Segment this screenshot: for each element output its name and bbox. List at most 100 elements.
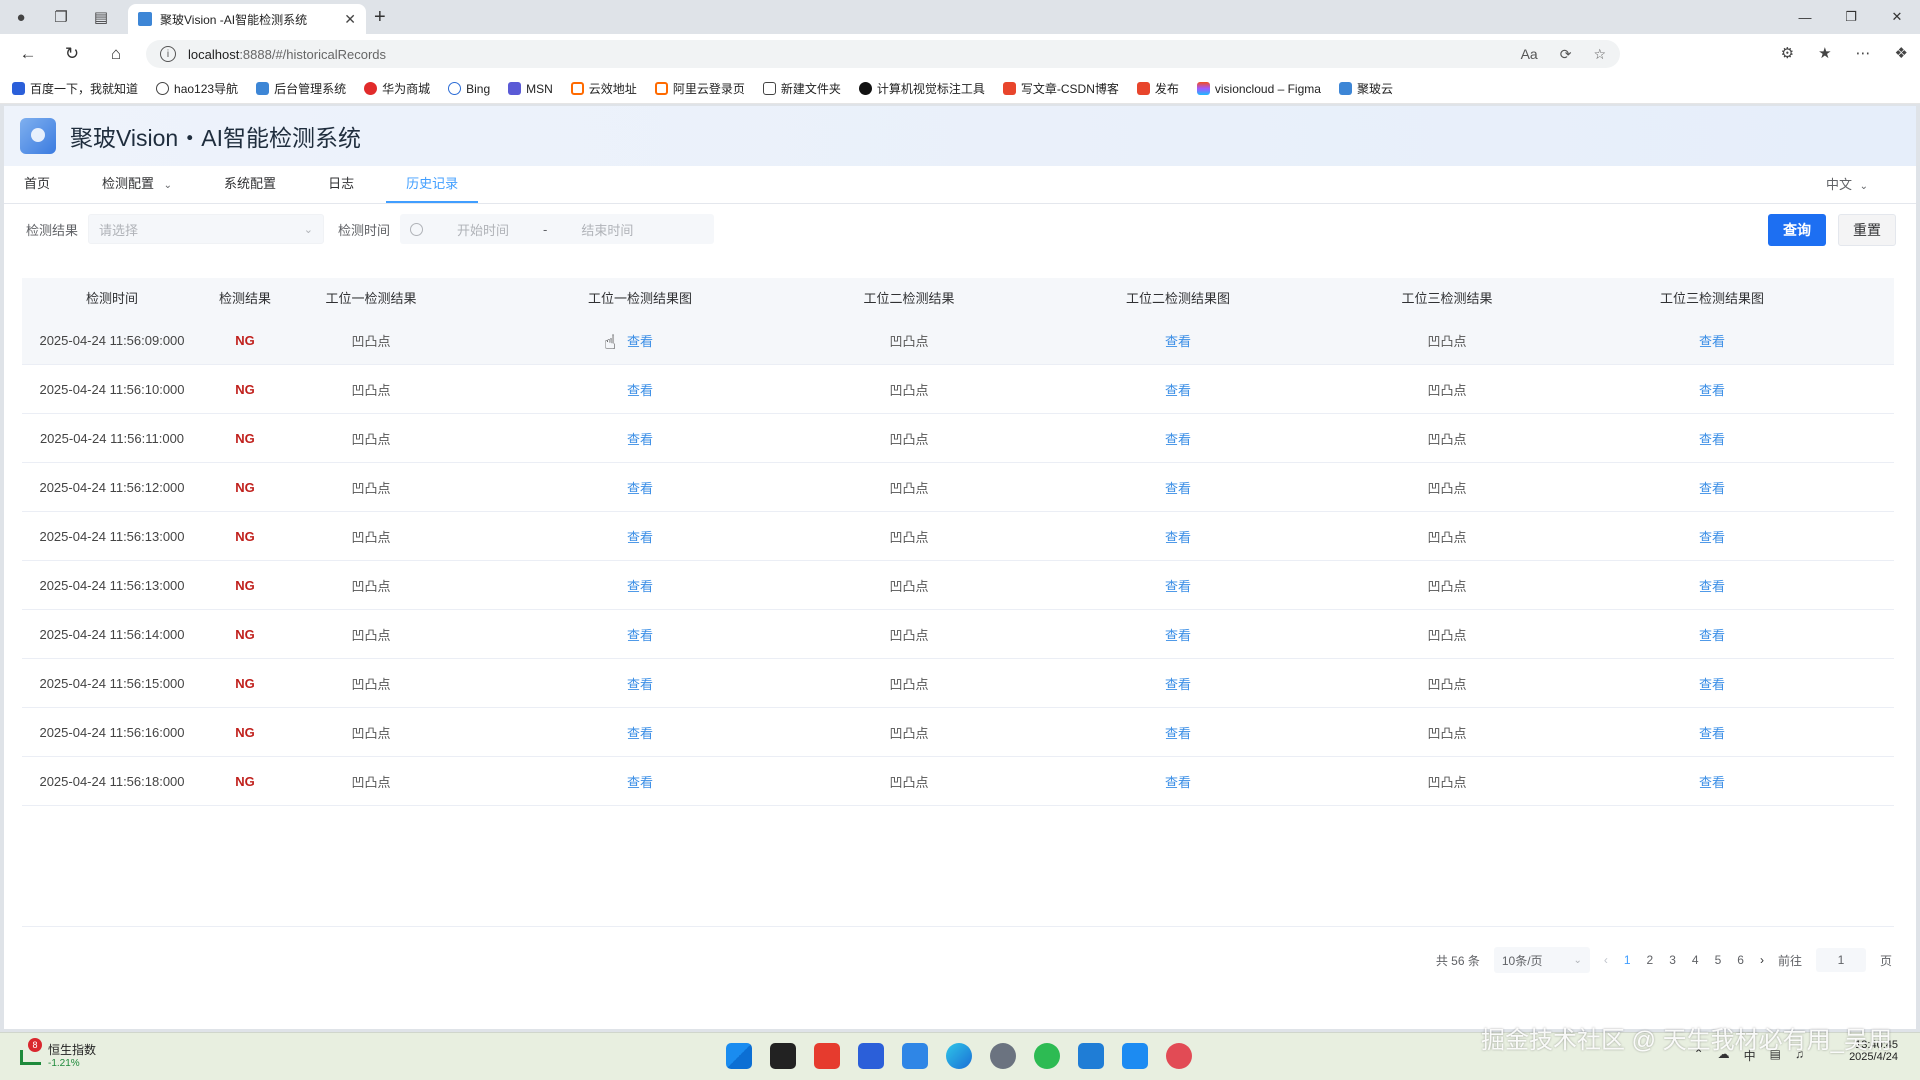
close-window-icon[interactable]: ✕ (1874, 0, 1920, 34)
refresh-icon[interactable]: ↻ (60, 42, 84, 66)
app-icon[interactable] (1166, 1043, 1192, 1069)
station1-view-link[interactable]: 查看 (454, 772, 826, 791)
prev-page-icon[interactable]: ‹ (1604, 953, 1608, 967)
page-number[interactable]: 5 (1715, 953, 1722, 967)
bookmark-item[interactable]: 华为商城 (364, 80, 430, 97)
profile-icon[interactable]: ● (10, 6, 32, 28)
menu-item-system-config[interactable]: 系统配置 (224, 165, 298, 203)
station1-view-link[interactable]: 查看 (454, 331, 826, 350)
bookmark-item[interactable]: visioncloud – Figma (1196, 82, 1321, 96)
station1-view-link[interactable]: 查看 (454, 527, 826, 546)
station3-view-link[interactable]: 查看 (1530, 576, 1894, 595)
favorites-icon[interactable]: ★ (1818, 44, 1831, 62)
bookmark-item[interactable]: 写文章-CSDN博客 (1002, 80, 1119, 97)
wps-icon[interactable] (814, 1043, 840, 1069)
back-icon[interactable]: ← (16, 42, 40, 66)
edge-icon[interactable] (946, 1043, 972, 1069)
language-switch[interactable]: 中文 ⌄ (1826, 166, 1868, 204)
feishu-icon[interactable] (902, 1043, 928, 1069)
station1-view-link[interactable]: 查看 (454, 576, 826, 595)
menu-item-history[interactable]: 历史记录 (386, 165, 479, 203)
store-icon[interactable] (858, 1043, 884, 1069)
station2-view-link[interactable]: 查看 (992, 674, 1364, 693)
station3-view-link[interactable]: 查看 (1530, 527, 1894, 546)
task-view-icon[interactable] (770, 1043, 796, 1069)
bookmark-item[interactable]: MSN (508, 82, 553, 96)
page-number[interactable]: 2 (1647, 953, 1654, 967)
dingtalk-icon[interactable] (1122, 1043, 1148, 1069)
station3-view-link[interactable]: 查看 (1530, 331, 1894, 350)
station3-view-link[interactable]: 查看 (1530, 772, 1894, 791)
home-icon[interactable]: ⌂ (104, 42, 128, 66)
goto-page-input[interactable]: 1 (1815, 948, 1866, 972)
bookmark-item[interactable]: 聚玻云 (1338, 80, 1393, 97)
page-size-select[interactable]: 10条/页 ⌄ (1493, 947, 1590, 973)
station2-view-link[interactable]: 查看 (992, 331, 1364, 350)
url-field[interactable]: i localhost:8888/#/historicalRecords A​a… (146, 40, 1620, 68)
result-select[interactable]: 请选择 ⌄ (88, 214, 325, 244)
workspaces-icon[interactable]: ❐ (50, 6, 72, 28)
new-tab-icon[interactable]: + (374, 6, 386, 29)
wechat-icon[interactable] (1034, 1043, 1060, 1069)
copilot-icon[interactable]: ❖ (1895, 44, 1908, 62)
extensions-icon[interactable]: ⚙ (1781, 44, 1794, 62)
minimize-icon[interactable]: — (1782, 0, 1828, 34)
station2-view-link[interactable]: 查看 (992, 380, 1364, 399)
station1-view-link[interactable]: 查看 (454, 723, 826, 742)
stock-widget[interactable]: 8 恒生指数 -1.21% (18, 1038, 96, 1069)
favorite-star-icon[interactable]: ☆ (1593, 46, 1606, 63)
menu-item-log[interactable]: 日志 (328, 165, 376, 203)
sync-icon[interactable]: ⟳ (1560, 46, 1572, 63)
end-time-input[interactable]: 结束时间 (557, 220, 657, 239)
menu-item-home[interactable]: 首页 (24, 165, 72, 203)
bookmark-item[interactable]: hao123导航 (156, 80, 238, 97)
more-menu-icon[interactable]: ⋯ (1856, 44, 1871, 62)
bookmark-item[interactable]: 云效地址 (570, 80, 637, 97)
page-number[interactable]: 4 (1692, 953, 1699, 967)
station3-view-link[interactable]: 查看 (1530, 478, 1894, 497)
menu-item-detection-config[interactable]: 检测配置 ⌄ (102, 165, 194, 203)
bookmark-item[interactable]: Bing (448, 82, 490, 96)
station2-view-link[interactable]: 查看 (992, 527, 1364, 546)
tab-actions-icon[interactable]: ▤ (90, 6, 112, 28)
vscode-icon[interactable] (1078, 1043, 1104, 1069)
bookmark-item[interactable]: 后台管理系统 (256, 80, 346, 97)
station1-view-link[interactable]: 查看 (454, 674, 826, 693)
bookmark-item[interactable]: 新建文件夹 (762, 80, 841, 97)
page-number[interactable]: 6 (1737, 953, 1744, 967)
date-range-picker[interactable]: 开始时间 - 结束时间 (400, 214, 715, 244)
station1-view-link[interactable]: 查看 (454, 478, 826, 497)
read-aloud-icon[interactable]: A​a (1521, 46, 1538, 63)
station2-view-link[interactable]: 查看 (992, 772, 1364, 791)
reset-button[interactable]: 重置 (1838, 214, 1896, 246)
browser-tab[interactable]: 聚玻Vision -AI智能检测系统 ✕ (128, 4, 366, 34)
station2-view-link[interactable]: 查看 (992, 723, 1364, 742)
station3-view-link[interactable]: 查看 (1530, 380, 1894, 399)
settings-icon[interactable] (990, 1043, 1016, 1069)
station3-view-link[interactable]: 查看 (1530, 674, 1894, 693)
station1-view-link[interactable]: 查看 (454, 625, 826, 644)
station3-view-link[interactable]: 查看 (1530, 723, 1894, 742)
station2-view-link[interactable]: 查看 (992, 478, 1364, 497)
page-number[interactable]: 1 (1624, 953, 1631, 967)
bookmark-item[interactable]: 阿里云登录页 (654, 80, 745, 97)
bookmark-item[interactable]: 计算机视觉标注工具 (858, 80, 985, 97)
restore-icon[interactable]: ❐ (1828, 0, 1874, 34)
page-number[interactable]: 3 (1669, 953, 1676, 967)
next-page-icon[interactable]: › (1760, 953, 1764, 967)
station2-view-link[interactable]: 查看 (992, 576, 1364, 595)
station2-view-link[interactable]: 查看 (992, 429, 1364, 448)
windows-start-icon[interactable] (726, 1043, 752, 1069)
tab-close-icon[interactable]: ✕ (344, 11, 356, 28)
station2-view-link[interactable]: 查看 (992, 625, 1364, 644)
station1-view-link[interactable]: 查看 (454, 380, 826, 399)
bookmark-item[interactable]: 发布 (1136, 80, 1179, 97)
station1-view-link[interactable]: 查看 (454, 429, 826, 448)
detection-result-cell: NG (235, 381, 255, 397)
start-time-input[interactable]: 开始时间 (433, 220, 533, 239)
query-button[interactable]: 查询 (1768, 214, 1826, 246)
station3-view-link[interactable]: 查看 (1530, 429, 1894, 448)
bookmark-item[interactable]: 百度一下，我就知道 (12, 80, 138, 97)
station3-view-link[interactable]: 查看 (1530, 625, 1894, 644)
site-info-icon[interactable]: i (160, 46, 176, 62)
